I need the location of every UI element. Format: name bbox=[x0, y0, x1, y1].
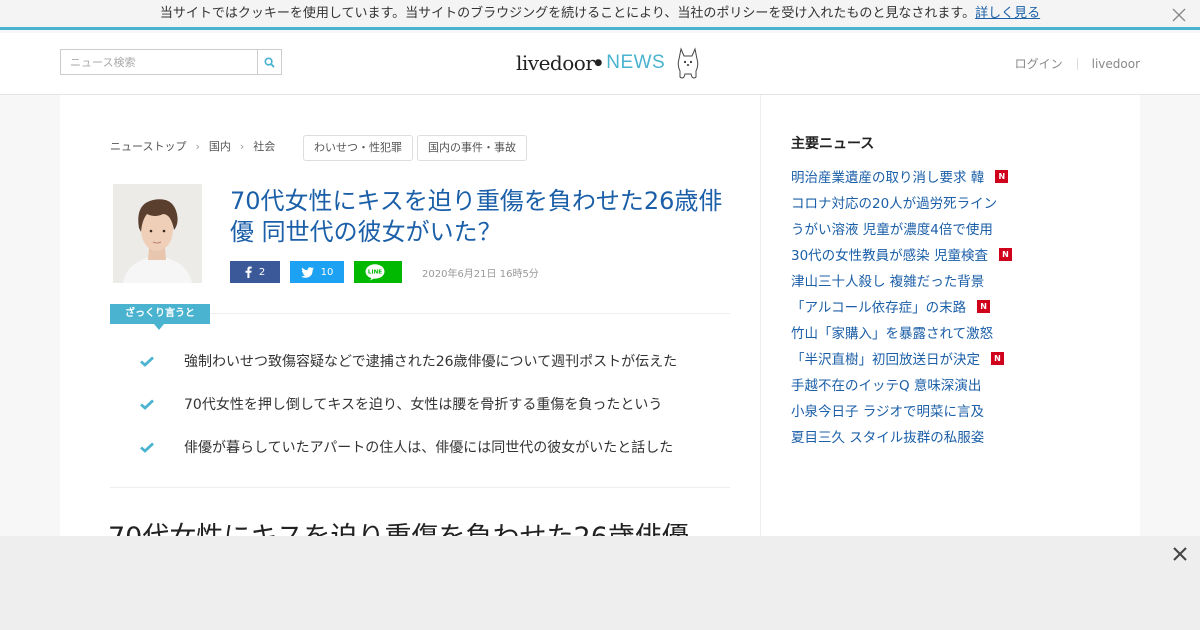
logo-livedoor: livedoor bbox=[516, 51, 595, 75]
check-icon bbox=[140, 355, 154, 367]
new-badge: N bbox=[998, 247, 1012, 261]
news-item-title: 夏目三久 スタイル抜群の私服姿 bbox=[791, 430, 985, 446]
tag-domestic-incident[interactable]: 国内の事件・事故 bbox=[417, 135, 527, 161]
news-item[interactable]: 竹山「家購入」を暴露されて激怒 bbox=[791, 319, 1121, 345]
svg-text:LINE: LINE bbox=[367, 269, 381, 275]
summary-point: 強制わいせつ致傷容疑などで逮捕された26歳俳優について週刊ポストが伝えた bbox=[140, 350, 677, 372]
news-item[interactable]: 小泉今日子 ラジオで明菜に言及 bbox=[791, 397, 1121, 423]
news-item[interactable]: 30代の女性教員が感染 児童検査 N bbox=[791, 241, 1121, 267]
news-item-title: コロナ対応の20人が過労死ライン bbox=[791, 196, 998, 212]
facebook-icon bbox=[245, 266, 252, 278]
cookie-bar: 当サイトではクッキーを使用しています。当サイトのブラウジングを続けることにより、… bbox=[0, 0, 1200, 30]
summary-label-tip bbox=[154, 324, 164, 330]
line-icon: LINE bbox=[365, 263, 384, 280]
summary-point-text: 強制わいせつ致傷容疑などで逮捕された26歳俳優について週刊ポストが伝えた bbox=[184, 354, 678, 370]
news-item-title: うがい溶液 児童が濃度4倍で使用 bbox=[791, 222, 993, 238]
chevron-right-icon: › bbox=[239, 139, 245, 153]
facebook-share-button[interactable]: 2 bbox=[230, 261, 280, 283]
site-logo[interactable]: livedoor ● NEWS bbox=[516, 43, 701, 83]
article-date: 2020年6月21日 16時5分 bbox=[422, 269, 539, 280]
tag-sex-crime[interactable]: わいせつ・性犯罪 bbox=[303, 135, 413, 161]
news-item-title: 小泉今日子 ラジオで明菜に言及 bbox=[791, 404, 985, 420]
breadcrumb-item-domestic[interactable]: 国内 bbox=[209, 138, 231, 154]
news-item-title: 30代の女性教員が感染 児童検査 bbox=[791, 248, 988, 264]
search-box bbox=[60, 49, 282, 75]
chevron-right-icon: › bbox=[195, 139, 200, 153]
person-photo-icon bbox=[113, 184, 202, 283]
breadcrumb-item-society[interactable]: 社会 bbox=[253, 138, 275, 154]
news-item[interactable]: 手越不在のイッテQ 意味深演出 bbox=[791, 371, 1121, 397]
news-item[interactable]: 夏目三久 スタイル抜群の私服姿 bbox=[791, 423, 1121, 449]
summary-point-text: 70代女性を押し倒してキスを迫り、女性は腰を骨折する重傷を負ったという bbox=[184, 397, 663, 413]
new-badge: N bbox=[991, 351, 1004, 365]
cookie-details-link[interactable]: 詳しく見る bbox=[975, 6, 1040, 21]
summary-point: 70代女性を押し倒してキスを迫り、女性は腰を骨折する重傷を負ったという bbox=[140, 393, 662, 415]
news-item-title: 手越不在のイッテQ 意味深演出 bbox=[791, 378, 982, 394]
new-badge: N bbox=[995, 169, 1009, 183]
search-icon bbox=[264, 56, 275, 68]
close-icon[interactable] bbox=[1170, 544, 1190, 564]
article-title: 70代女性にキスを迫り重傷を負わせた26歳俳優 同世代の彼女がいた？ bbox=[230, 187, 723, 246]
top-news-list: 明治産業遺産の取り消し要求 韓 N コロナ対応の20人が過労死ライン うがい溶液 … bbox=[791, 163, 1121, 449]
new-badge: N bbox=[977, 299, 991, 313]
logo-dot: ● bbox=[594, 58, 603, 68]
summary-point-text: 俳優が暮らしていたアパートの住人は、俳優には同世代の彼女がいたと話した bbox=[184, 440, 674, 456]
news-item-title: 「アルコール依存症」の末路 bbox=[791, 300, 967, 316]
facebook-share-count: 2 bbox=[258, 266, 266, 278]
check-icon bbox=[140, 441, 154, 453]
search-input[interactable] bbox=[61, 50, 257, 74]
twitter-share-count: 10 bbox=[320, 266, 334, 278]
breadcrumb: ニューストップ › 国内 › 社会 bbox=[110, 138, 275, 154]
livedoor-link[interactable]: livedoor bbox=[1092, 57, 1140, 71]
news-item-title: 「半沢直樹」初回放送日が決定 bbox=[791, 352, 980, 368]
cookie-message: 当サイトではクッキーを使用しています。当サイトのブラウジングを続けることにより、… bbox=[159, 6, 976, 21]
news-item[interactable]: 津山三十人殺し 複雑だった背景 bbox=[791, 267, 1121, 293]
section-divider bbox=[110, 487, 730, 488]
site-header: livedoor● NEWS ログイン livedoor bbox=[0, 33, 1200, 95]
article-thumbnail[interactable] bbox=[113, 184, 202, 283]
twitter-share-button[interactable]: 10 bbox=[290, 261, 344, 283]
login-link[interactable]: ログイン bbox=[1015, 55, 1063, 72]
dog-mascot-icon bbox=[677, 47, 699, 79]
ad-overlay bbox=[0, 536, 1200, 630]
close-icon[interactable] bbox=[1170, 6, 1188, 24]
news-item[interactable]: うがい溶液 児童が濃度4倍で使用 bbox=[791, 215, 1121, 241]
breadcrumb-item-top[interactable]: ニューストップ bbox=[110, 138, 186, 154]
summary-point: 俳優が暮らしていたアパートの住人は、俳優には同世代の彼女がいたと話した bbox=[140, 436, 673, 458]
header-links: ログイン livedoor bbox=[1015, 55, 1140, 72]
logo-news: NEWS bbox=[606, 52, 666, 73]
line-share-button[interactable]: LINE bbox=[354, 261, 402, 283]
check-icon bbox=[140, 398, 154, 410]
summary-label: ざっくり言うと bbox=[110, 304, 210, 324]
news-item[interactable]: 「半沢直樹」初回放送日が決定 N bbox=[791, 345, 1121, 371]
news-item-title: 津山三十人殺し 複雑だった背景 bbox=[791, 274, 985, 290]
news-item-title: 明治産業遺産の取り消し要求 韓 bbox=[791, 170, 985, 186]
news-item[interactable]: コロナ対応の20人が過労死ライン bbox=[791, 189, 1121, 215]
news-item-title: 竹山「家購入」を暴露されて激怒 bbox=[791, 326, 994, 342]
top-news-heading: 主要ニュース bbox=[791, 136, 875, 152]
search-button[interactable] bbox=[257, 50, 281, 74]
news-item[interactable]: 明治産業遺産の取り消し要求 韓 N bbox=[791, 163, 1121, 189]
twitter-icon bbox=[300, 266, 314, 278]
divider bbox=[1076, 57, 1078, 70]
news-item[interactable]: 「アルコール依存症」の末路 N bbox=[791, 293, 1121, 319]
